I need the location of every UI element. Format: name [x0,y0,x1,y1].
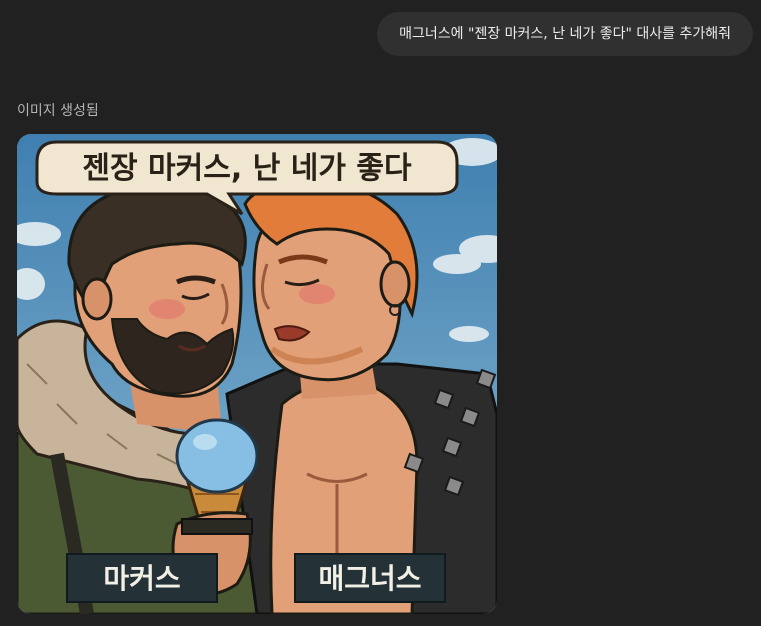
nameplate-marcus-text: 마커스 [103,562,180,595]
user-message-bubble: 매그너스에 "젠장 마커스, 난 네가 좋다" 대사를 추가해줘 [377,12,753,56]
nameplate-magnus: 매그너스 [294,553,446,603]
image-generated-label: 이미지 생성됨 [17,103,99,119]
user-message-text: 매그너스에 "젠장 마커스, 난 네가 좋다" 대사를 추가해줘 [399,26,731,42]
nameplate-marcus: 마커스 [66,553,218,603]
nameplate-magnus-text: 매그너스 [318,562,421,595]
comic-illustration: 젠장 마커스, 난 네가 좋다 마커스 매그너스 [17,134,497,614]
generated-image[interactable]: 젠장 마커스, 난 네가 좋다 마커스 매그너스 [17,134,497,614]
chat-page: 매그너스에 "젠장 마커스, 난 네가 좋다" 대사를 추가해줘 이미지 생성됨 [0,0,761,626]
speech-bubble-text: 젠장 마커스, 난 네가 좋다 [82,151,412,186]
glove [181,518,253,535]
